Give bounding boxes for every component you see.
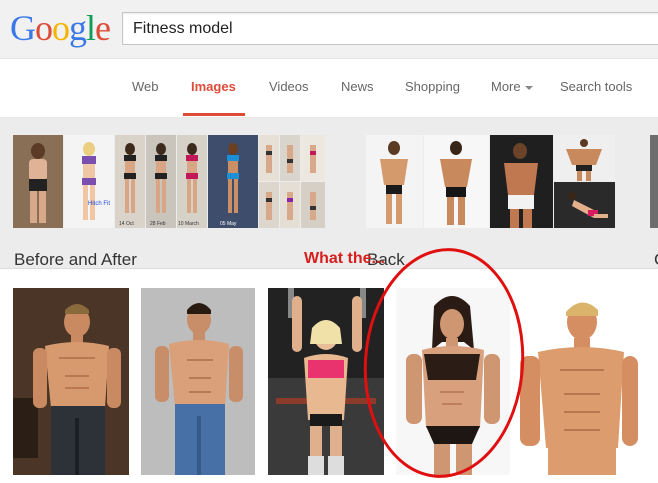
category-thumbnail: 10 March bbox=[177, 135, 207, 228]
category-thumbnail bbox=[650, 135, 658, 228]
date-caption: 28 Feb bbox=[150, 221, 166, 227]
category-thumbnail bbox=[554, 135, 615, 181]
category-thumbnail: 05 May bbox=[208, 135, 258, 228]
search-input[interactable] bbox=[133, 19, 633, 39]
tab-videos[interactable]: Videos bbox=[269, 79, 309, 94]
related-searches-strip: Hitch Fit 14 Oct 28 Feb 10 March 05 May … bbox=[0, 118, 658, 269]
search-box[interactable] bbox=[122, 12, 658, 45]
logo-letter: o bbox=[52, 8, 70, 48]
category-thumbnail bbox=[280, 182, 300, 228]
category-before-and-after[interactable]: Hitch Fit 14 Oct 28 Feb 10 March 05 May … bbox=[13, 135, 328, 275]
category-back[interactable]: Back bbox=[366, 135, 618, 275]
date-caption: 10 March bbox=[178, 221, 199, 227]
logo-letter: l bbox=[86, 8, 96, 48]
logo-letter: o bbox=[35, 8, 53, 48]
annotation-text: What the... bbox=[304, 250, 385, 267]
header-bar: Google bbox=[0, 0, 658, 59]
tab-news[interactable]: News bbox=[341, 79, 374, 94]
category-thumbnail bbox=[554, 182, 615, 228]
tab-more[interactable]: More bbox=[491, 79, 533, 94]
tab-images[interactable]: Images bbox=[191, 79, 236, 94]
category-label: Before and After bbox=[14, 250, 137, 269]
logo-letter: G bbox=[10, 8, 36, 48]
category-thumbnail bbox=[301, 182, 325, 228]
google-logo[interactable]: Google bbox=[10, 6, 111, 50]
image-result[interactable] bbox=[141, 288, 255, 475]
category-thumbnail bbox=[259, 182, 279, 228]
category-label: C bbox=[654, 250, 658, 270]
active-tab-indicator bbox=[183, 113, 245, 116]
category-thumbnail bbox=[13, 135, 63, 228]
category-thumbnail bbox=[280, 135, 300, 181]
category-thumbnail: Hitch Fit bbox=[64, 135, 114, 228]
category-partial[interactable]: C bbox=[650, 135, 658, 275]
image-result[interactable] bbox=[13, 288, 129, 475]
hitch-fit-caption: Hitch Fit bbox=[88, 201, 110, 207]
tab-shopping[interactable]: Shopping bbox=[405, 79, 460, 94]
tab-web[interactable]: Web bbox=[132, 79, 159, 94]
date-caption: 14 Oct bbox=[119, 221, 134, 227]
date-caption: 05 May bbox=[220, 221, 237, 227]
logo-letter: e bbox=[95, 8, 111, 48]
logo-letter: g bbox=[69, 8, 87, 48]
category-thumbnail bbox=[259, 135, 279, 181]
category-thumbnail bbox=[301, 135, 325, 181]
category-thumbnail bbox=[424, 135, 489, 228]
category-thumbnail bbox=[490, 135, 553, 228]
tab-search-tools[interactable]: Search tools bbox=[560, 79, 632, 94]
search-tabs: Web Images Videos News Shopping More Sea… bbox=[0, 59, 658, 118]
chevron-down-icon bbox=[524, 85, 533, 90]
image-result[interactable] bbox=[520, 288, 638, 475]
category-thumbnail bbox=[366, 135, 423, 228]
tab-more-label: More bbox=[491, 79, 521, 94]
category-thumbnail: 28 Feb bbox=[146, 135, 176, 228]
category-thumbnail: 14 Oct bbox=[115, 135, 145, 228]
